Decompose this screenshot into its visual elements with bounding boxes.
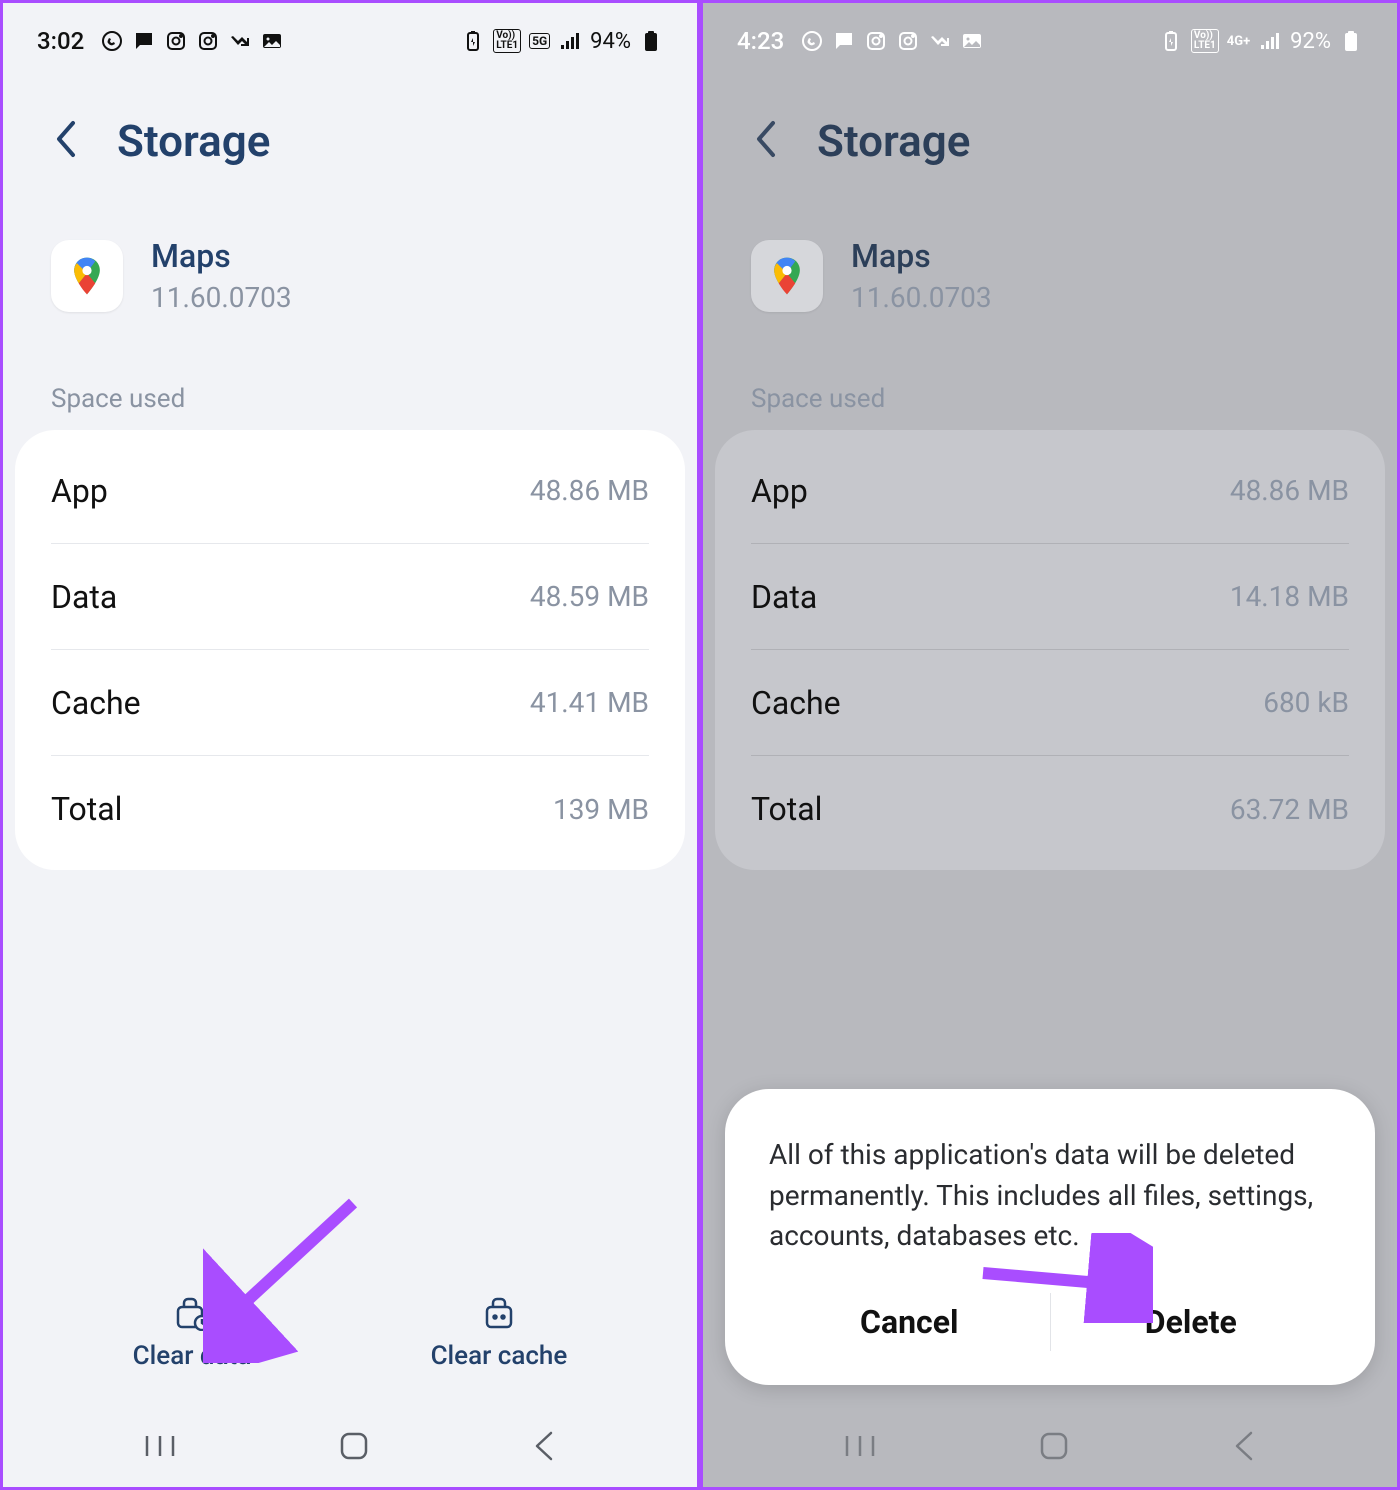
status-bar: 4:23 Vo)) LTE1 4G+ 92%: [703, 3, 1397, 55]
clear-cache-icon: [479, 1295, 519, 1331]
status-time: 3:02: [37, 27, 84, 55]
row-data: Data 14.18 MB: [751, 544, 1349, 650]
row-data-value: 48.59 MB: [530, 580, 649, 613]
whatsapp-icon: [800, 29, 824, 53]
row-cache-label: Cache: [51, 684, 141, 722]
page-title: Storage: [817, 115, 970, 167]
android-navbar: [3, 1409, 697, 1487]
recents-button[interactable]: [143, 1432, 177, 1464]
missed-call-icon: [928, 29, 952, 53]
battery-percent: 94%: [590, 29, 631, 54]
storage-card: App 48.86 MB Data 14.18 MB Cache 680 kB …: [715, 430, 1385, 870]
app-info: Maps 11.60.0703: [703, 167, 1397, 314]
confirm-dialog: All of this application's data will be d…: [725, 1089, 1375, 1385]
row-cache-label: Cache: [751, 684, 841, 722]
clear-data-button[interactable]: Clear data: [133, 1295, 252, 1371]
screenshot-left: 3:02 Vo)) LTE1 5G 94% Storage Maps: [0, 0, 700, 1490]
network-5g-icon: 5G: [529, 33, 550, 49]
page-title: Storage: [117, 115, 270, 167]
instagram-icon-2: [896, 29, 920, 53]
missed-call-icon: [228, 29, 252, 53]
row-app: App 48.86 MB: [751, 438, 1349, 544]
row-total-value: 63.72 MB: [1230, 793, 1349, 826]
signal-icon: [558, 29, 582, 53]
app-name: Maps: [151, 237, 292, 275]
back-button[interactable]: [1231, 1429, 1257, 1467]
row-app: App 48.86 MB: [51, 438, 649, 544]
power-saving-icon: [1159, 29, 1183, 53]
battery-icon: [1339, 29, 1363, 53]
volte-icon: Vo)) LTE1: [1191, 29, 1219, 53]
instagram-icon: [864, 29, 888, 53]
page-header: Storage: [3, 55, 697, 167]
section-space-used: Space used: [3, 314, 697, 430]
home-button[interactable]: [336, 1428, 372, 1468]
screenshot-right: 4:23 Vo)) LTE1 4G+ 92% Storage Maps: [700, 0, 1400, 1490]
recents-button[interactable]: [843, 1432, 877, 1464]
page-header: Storage: [703, 55, 1397, 167]
chat-icon: [132, 29, 156, 53]
clear-cache-button[interactable]: Clear cache: [431, 1295, 568, 1371]
row-cache-value: 680 kB: [1263, 686, 1349, 719]
status-time: 4:23: [737, 27, 784, 55]
android-navbar: [703, 1409, 1397, 1487]
picture-icon: [260, 29, 284, 53]
row-total: Total 139 MB: [51, 756, 649, 862]
row-cache: Cache 680 kB: [751, 650, 1349, 756]
dialog-message: All of this application's data will be d…: [769, 1135, 1331, 1257]
back-icon[interactable]: [53, 117, 81, 165]
row-cache-value: 41.41 MB: [530, 686, 649, 719]
row-cache: Cache 41.41 MB: [51, 650, 649, 756]
picture-icon: [960, 29, 984, 53]
network-4g-icon: 4G+: [1227, 34, 1250, 49]
app-info: Maps 11.60.0703: [3, 167, 697, 314]
maps-app-icon: [751, 240, 823, 312]
row-app-label: App: [751, 472, 808, 510]
bottom-actions: Clear data Clear cache: [3, 1295, 697, 1399]
row-app-value: 48.86 MB: [1230, 474, 1349, 507]
row-data-label: Data: [51, 578, 117, 616]
app-version: 11.60.0703: [151, 281, 292, 314]
row-total-label: Total: [51, 790, 122, 828]
clear-cache-label: Clear cache: [431, 1341, 568, 1371]
section-space-used: Space used: [703, 314, 1397, 430]
signal-icon: [1258, 29, 1282, 53]
row-data-label: Data: [751, 578, 817, 616]
row-total-label: Total: [751, 790, 822, 828]
row-app-value: 48.86 MB: [530, 474, 649, 507]
maps-app-icon: [51, 240, 123, 312]
battery-percent: 92%: [1290, 29, 1331, 54]
home-button[interactable]: [1036, 1428, 1072, 1468]
clear-data-label: Clear data: [133, 1341, 252, 1371]
chat-icon: [832, 29, 856, 53]
app-name: Maps: [851, 237, 992, 275]
status-bar: 3:02 Vo)) LTE1 5G 94%: [3, 3, 697, 55]
battery-icon: [639, 29, 663, 53]
row-app-label: App: [51, 472, 108, 510]
back-icon[interactable]: [753, 117, 781, 165]
volte-icon: Vo)) LTE1: [493, 29, 521, 53]
storage-card: App 48.86 MB Data 48.59 MB Cache 41.41 M…: [15, 430, 685, 870]
instagram-icon: [164, 29, 188, 53]
row-total: Total 63.72 MB: [751, 756, 1349, 862]
cancel-button[interactable]: Cancel: [769, 1293, 1050, 1351]
clear-data-icon: [172, 1295, 212, 1331]
power-saving-icon: [461, 29, 485, 53]
row-data-value: 14.18 MB: [1230, 580, 1349, 613]
row-total-value: 139 MB: [553, 793, 649, 826]
app-version: 11.60.0703: [851, 281, 992, 314]
instagram-icon-2: [196, 29, 220, 53]
whatsapp-icon: [100, 29, 124, 53]
delete-button[interactable]: Delete: [1051, 1293, 1332, 1351]
row-data: Data 48.59 MB: [51, 544, 649, 650]
back-button[interactable]: [531, 1429, 557, 1467]
